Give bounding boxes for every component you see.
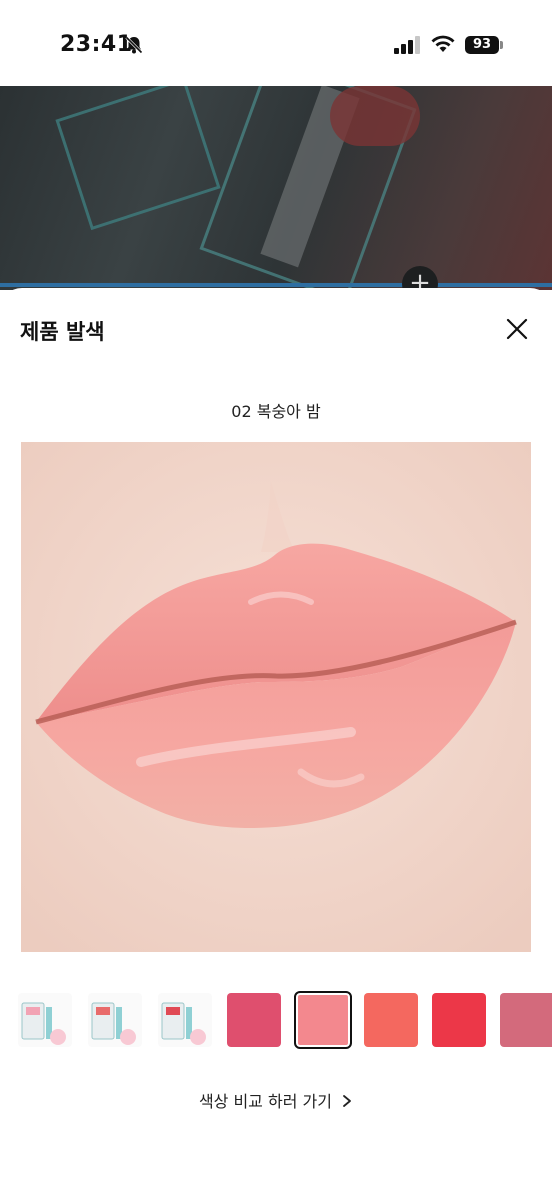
color-swatch-3[interactable] [364, 993, 418, 1047]
close-icon[interactable] [500, 312, 534, 346]
bg-box-outline [55, 86, 221, 231]
bg-lipstick-bullet [330, 86, 420, 146]
shade-name: 02 복숭아 밤 [231, 402, 321, 421]
product-thumbnail-1[interactable] [18, 993, 72, 1047]
battery-cap [500, 41, 503, 49]
color-sheet: 제품 발색 02 복숭아 밤 색상 비교 하러 가기 [0, 288, 552, 1200]
product-thumbnail-2[interactable] [88, 993, 142, 1047]
background-product-image [0, 86, 552, 290]
lip-swatch-photo [21, 442, 531, 952]
bell-slash-icon [125, 36, 143, 54]
signal-icon [394, 36, 420, 54]
compare-link-label: 색상 비교 하러 가기 [198, 1092, 332, 1111]
color-swatch-5[interactable] [500, 993, 552, 1047]
battery-icon: 93 [465, 36, 499, 54]
color-swatch-1[interactable] [227, 993, 281, 1047]
wifi-icon [431, 35, 455, 52]
status-bar: 23:41 93 [0, 0, 552, 86]
color-swatch-2[interactable] [294, 991, 352, 1049]
color-swatch-4[interactable] [432, 993, 486, 1047]
product-thumbnail-3[interactable] [158, 993, 212, 1047]
status-time: 23:41 [60, 32, 133, 57]
swatch-row [0, 991, 552, 1049]
background-divider [0, 283, 552, 287]
chevron-right-icon [343, 1095, 351, 1107]
sheet-title: 제품 발색 [20, 320, 105, 344]
compare-colors-link[interactable]: 색상 비교 하러 가기 [0, 1088, 552, 1112]
battery-level: 93 [472, 37, 492, 52]
